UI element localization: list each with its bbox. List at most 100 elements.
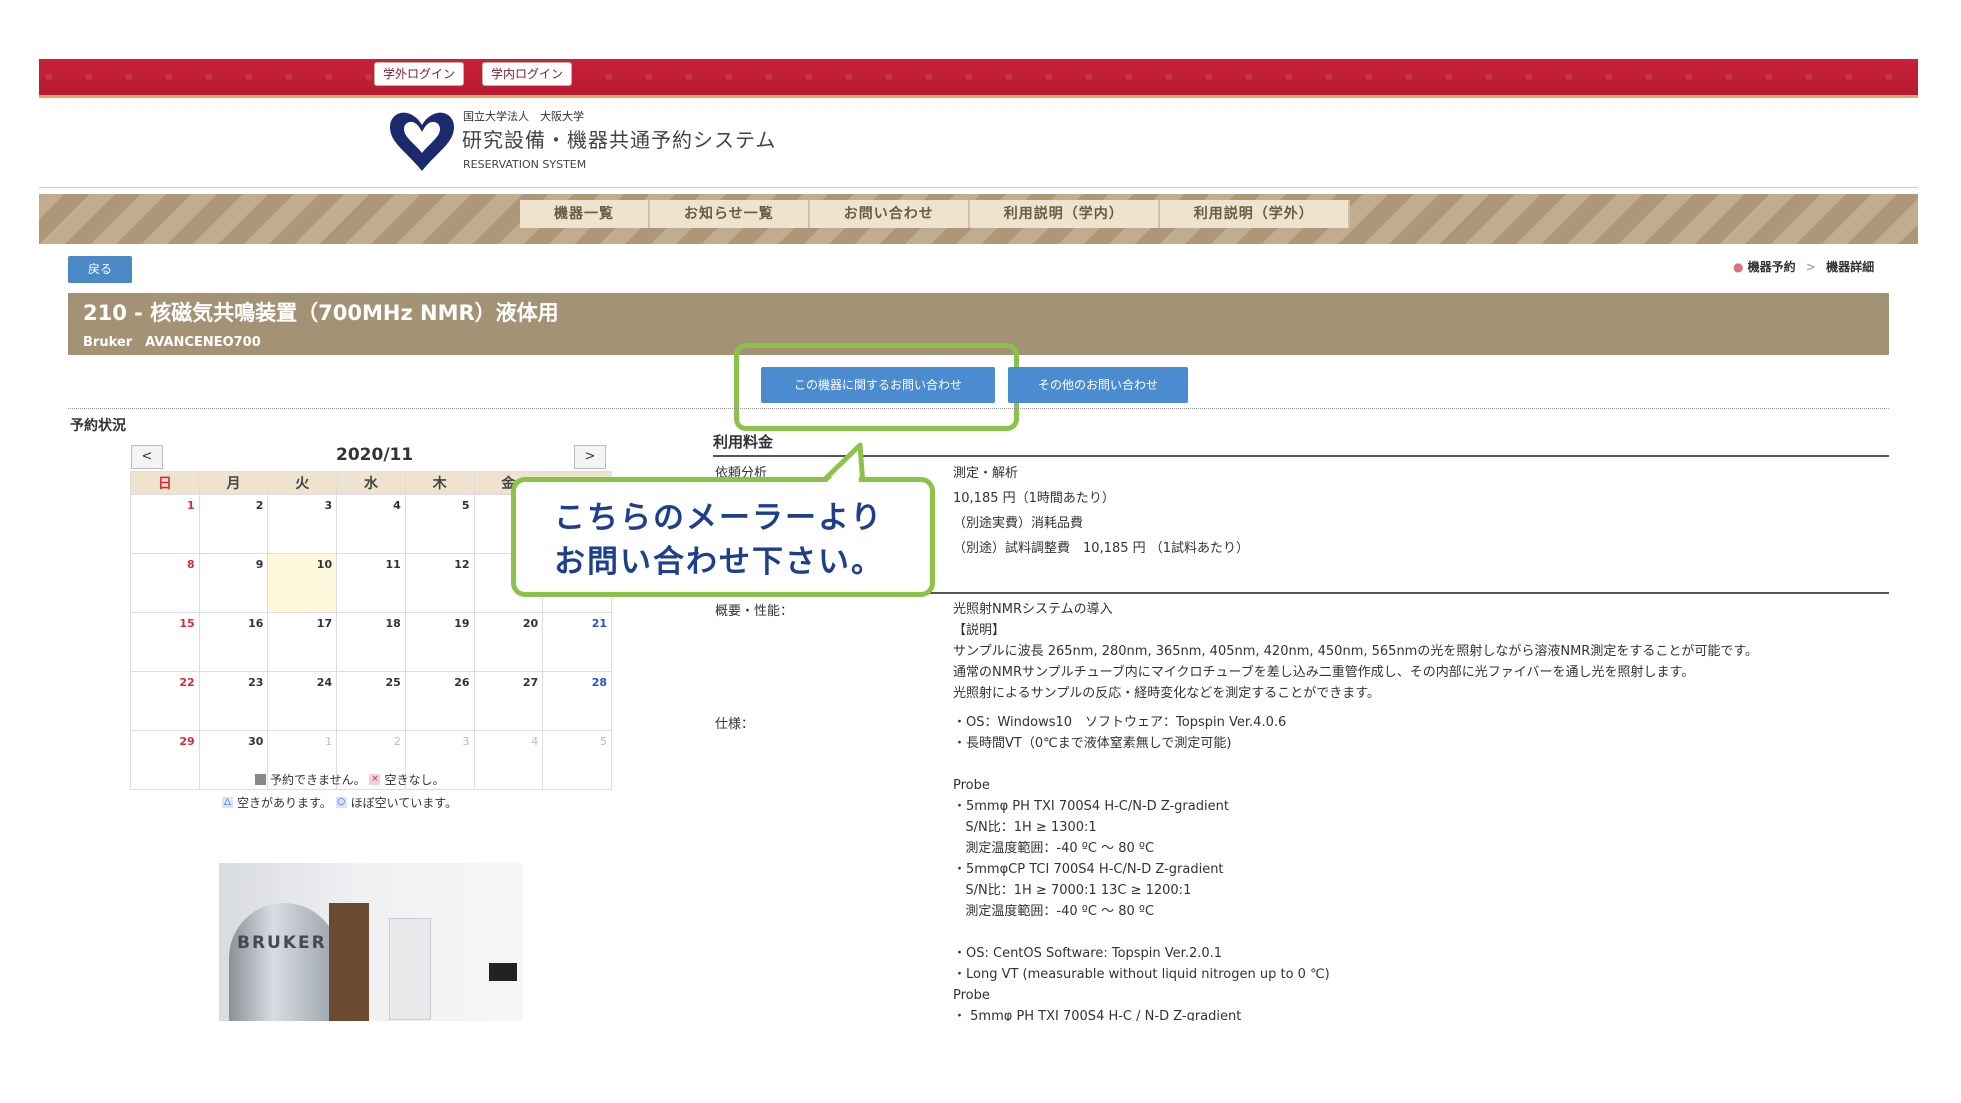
calendar-day[interactable]: 17 [267, 612, 338, 672]
overview-line: サンプルに波長 265nm, 280nm, 365nm, 405nm, 420n… [953, 644, 1759, 659]
specs-line: ・5mmφ PH TXI 700S4 H-C/N-D Z-gradient [953, 799, 1229, 814]
magnet-tank-shape [229, 903, 339, 1021]
calendar-day[interactable]: 2 [198, 494, 269, 554]
equipment-inquiry-button[interactable]: この機器に関するお問い合わせ [761, 367, 995, 403]
legend-full: 空きなし。 [384, 773, 445, 787]
calendar-day[interactable]: 24 [267, 671, 338, 731]
calendar-day[interactable]: 12 [404, 553, 475, 613]
calendar-day[interactable]: 20 [473, 612, 544, 672]
calendar-day[interactable]: 9 [198, 553, 269, 613]
calendar-day-today[interactable]: 10 [267, 553, 338, 613]
calendar-day[interactable]: 15 [130, 612, 200, 672]
system-subtitle: RESERVATION SYSTEM [463, 158, 587, 171]
photo-door-shape [389, 918, 431, 1020]
weekday-tue: 火 [267, 471, 338, 495]
callout-bubble: こちらのメーラーより お問い合わせ下さい。 [511, 477, 935, 597]
equipment-title: 210 - 核磁気共鳴装置（700MHz NMR）液体用 [83, 301, 559, 325]
calendar-prev-button[interactable]: < [131, 445, 163, 469]
logo-university-name: 国立大学法人 大阪大学 [463, 110, 584, 123]
header-divider [39, 187, 1918, 188]
calendar-day[interactable]: 28 [542, 671, 612, 731]
specs-line: Probe [953, 988, 990, 1003]
nav-equipment-list[interactable]: 機器一覧 [520, 200, 650, 228]
calendar-day[interactable]: 23 [198, 671, 269, 731]
calendar-next-button[interactable]: > [574, 445, 606, 469]
nav-contact[interactable]: お問い合わせ [809, 200, 970, 228]
calendar-day[interactable]: 29 [130, 730, 200, 790]
internal-login-button[interactable]: 学内ログイン [482, 62, 573, 86]
specs-line: ・Long VT (measurable without liquid nitr… [953, 967, 1330, 982]
specs-line: ・OS：Windows10 ソフトウェア：Topspin Ver.4.0.6 [953, 715, 1287, 730]
nav-news-list[interactable]: お知らせ一覧 [650, 200, 810, 228]
specs-line: ・5mmφCP TCI 700S4 H-C/N-D Z-gradient [953, 862, 1224, 877]
nav-guide-internal[interactable]: 利用説明（学内） [969, 200, 1160, 228]
browser-page: 学外ログイン 学内ログイン 国立大学法人 大阪大学 研究設備・機器共通予約システ… [39, 59, 1918, 1021]
calendar-month: 2020/11 [336, 445, 414, 465]
calendar-week: 22 23 24 25 26 27 28 [130, 671, 612, 731]
overview-line: 光照射NMRシステムの導入 [953, 602, 1113, 617]
pricing-heading: 利用料金 [713, 433, 774, 451]
calendar-day[interactable]: 5 [404, 494, 475, 554]
calendar-week: 15 16 17 18 19 20 21 [130, 612, 612, 672]
pricing-divider [713, 455, 1889, 457]
photo-brand-text: BRUKER [237, 933, 327, 953]
specs-line: S/N比：1H ≥ 7000:1 13C ≥ 1200:1 [953, 883, 1192, 898]
breadcrumb-item-reserve[interactable]: 機器予約 [1748, 260, 1796, 274]
university-logo-icon [390, 112, 454, 171]
back-button[interactable]: 戻る [68, 256, 132, 283]
specs-line: S/N比：1H ≥ 1300:1 [953, 820, 1097, 835]
calendar-day[interactable]: 22 [130, 671, 200, 731]
calendar-day[interactable]: 1 [130, 494, 200, 554]
overview-line: 通常のNMRサンプルチューブ内にマイクロチューブを差し込み二重管作成し、その内部… [953, 665, 1695, 680]
top-bar: 学外ログイン 学内ログイン [39, 59, 1918, 98]
breadcrumb-separator-icon: > [1805, 260, 1816, 274]
calendar-day[interactable]: 21 [542, 612, 612, 672]
calendar-day[interactable]: 26 [404, 671, 475, 731]
breadcrumb: ● 機器予約 > 機器詳細 [1733, 258, 1874, 275]
specs-line: ・ 5mmφ PH TXI 700S4 H-C / N-D Z-gradient [953, 1009, 1242, 1021]
calendar-day-next-month: 5 [542, 730, 612, 790]
external-login-button[interactable]: 学外ログイン [374, 62, 465, 86]
callout-line-2: お問い合わせ下さい。 [554, 544, 884, 580]
calendar-day[interactable]: 3 [267, 494, 338, 554]
nav-guide-external[interactable]: 利用説明（学外） [1159, 200, 1350, 228]
callout-text: こちらのメーラーより お問い合わせ下さい。 [554, 496, 884, 584]
calendar-day[interactable]: 25 [336, 671, 406, 731]
photo-monitor-shape [489, 963, 517, 981]
overview-line: 【説明】 [953, 623, 1006, 638]
calendar-day[interactable]: 8 [130, 553, 200, 613]
callout-line-1: こちらのメーラーより [554, 500, 884, 536]
breadcrumb-item-detail: 機器詳細 [1826, 260, 1875, 274]
pricing-line: 10,185 円（1時間あたり） [953, 491, 1115, 506]
mostly-free-circle-icon: ○ [335, 797, 347, 808]
calendar-day[interactable]: 16 [198, 612, 269, 672]
overview-label: 概要・性能： [715, 604, 794, 619]
equipment-photo: BRUKER [219, 863, 523, 1021]
main-nav: 機器一覧 お知らせ一覧 お問い合わせ 利用説明（学内） 利用説明（学外） [520, 200, 1350, 228]
weekday-thu: 木 [404, 471, 475, 495]
weekday-wed: 水 [336, 471, 406, 495]
calendar-day-next-month: 4 [473, 730, 544, 790]
specs-line: 測定温度範囲：-40 ºC ～ 80 ºC [953, 841, 1155, 856]
photo-stairs-shape [329, 903, 369, 1021]
calendar-legend: 予約できません。 × 空きなし。 [255, 771, 445, 788]
reservation-status-label: 予約状況 [70, 418, 126, 434]
weekday-mon: 月 [198, 471, 269, 495]
calendar-day[interactable]: 4 [336, 494, 406, 554]
calendar-day[interactable]: 27 [473, 671, 544, 731]
specs-label: 仕様： [715, 717, 755, 732]
calendar-day[interactable]: 18 [336, 612, 406, 672]
calendar-day[interactable]: 19 [404, 612, 475, 672]
breadcrumb-dot-icon: ● [1733, 260, 1744, 274]
pricing-line: （別途実費）消耗品費 [953, 516, 1084, 531]
unavailable-square-icon [255, 774, 266, 785]
calendar-day[interactable]: 11 [336, 553, 406, 613]
system-title[interactable]: 研究設備・機器共通予約システム [462, 124, 776, 153]
specs-line: ・OS: CentOS Software: Topspin Ver.2.0.1 [953, 946, 1223, 961]
legend-available: 空きがあります。 [237, 796, 332, 810]
legend-mostly-free: ほぼ空いています。 [350, 796, 458, 810]
equipment-model: Bruker AVANCENEO700 [83, 335, 261, 350]
pricing-line: 測定・解析 [953, 466, 1019, 481]
other-inquiry-button[interactable]: その他のお問い合わせ [1008, 367, 1188, 403]
specs-line: 測定温度範囲：-40 ºC ～ 80 ºC [953, 904, 1155, 919]
